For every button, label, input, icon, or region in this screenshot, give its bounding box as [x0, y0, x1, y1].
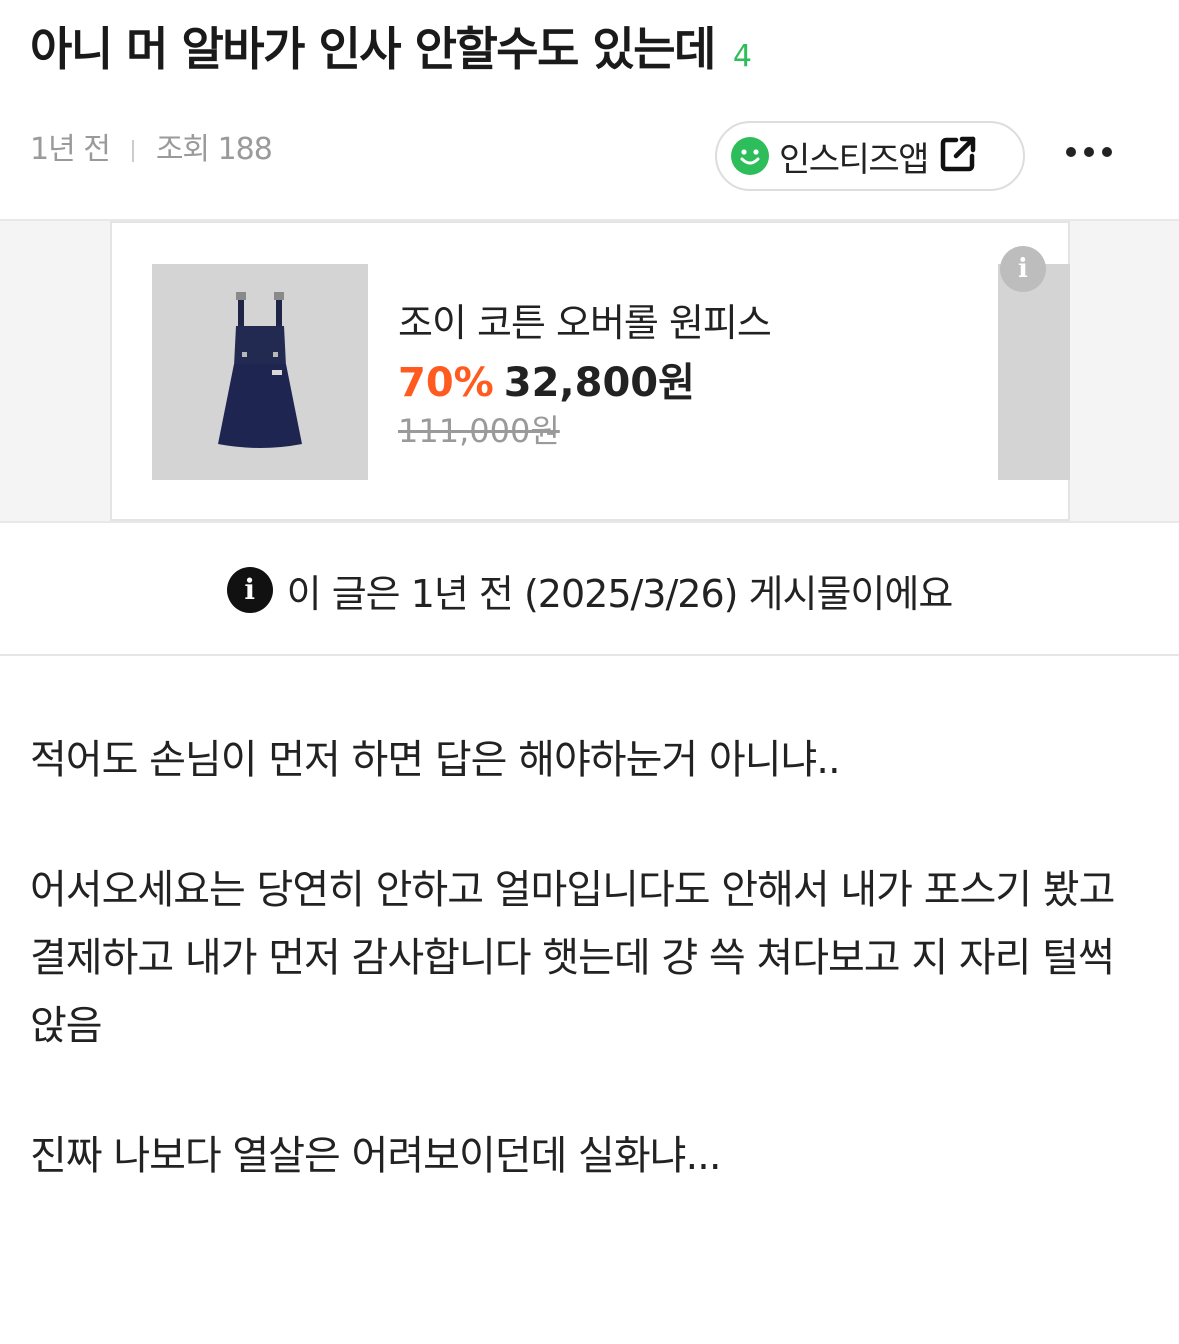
- post-age-notice: i 이 글은 1년 전 (2025/3/26) 게시물이에요: [0, 560, 1179, 620]
- post-header: 아니 머 알바가 인사 안할수도 있는데 4: [30, 18, 1149, 88]
- open-app-button[interactable]: 인스티즈앱: [715, 121, 1025, 191]
- body-paragraph: 어서오세요는 당연히 안하고 얼마입니다도 안해서 내가 포스기 봤고 결제하고…: [30, 867, 1115, 1049]
- ad-original-price: 111,000원: [398, 412, 560, 450]
- ad-price: 32,800원: [503, 360, 695, 406]
- divider: [0, 654, 1179, 656]
- ad-product-image[interactable]: [152, 264, 368, 480]
- info-icon[interactable]: i: [1000, 246, 1046, 292]
- post-time: 1년 전: [30, 132, 111, 167]
- post-title: 아니 머 알바가 인사 안할수도 있는데: [30, 22, 716, 76]
- post-views: 조회 188: [155, 132, 273, 167]
- smiley-icon: [731, 137, 769, 175]
- body-paragraph: 적어도 손님이 먼저 하면 답은 해야하눈거 아니냐..: [30, 737, 841, 783]
- ad-price-row: 70% 32,800원: [398, 350, 695, 408]
- ad-discount: 70%: [398, 360, 494, 406]
- more-dots-icon[interactable]: [1066, 140, 1112, 164]
- post-meta: 1년 전 조회 188: [30, 124, 273, 168]
- meta-divider: [131, 139, 134, 162]
- notice-text: 이 글은 1년 전 (2025/3/26) 게시물이에요: [286, 571, 954, 616]
- app-button-label: 인스티즈앱: [779, 139, 929, 180]
- external-link-icon: [938, 134, 978, 178]
- info-icon: i: [226, 567, 273, 613]
- comment-count[interactable]: 4: [733, 39, 752, 74]
- body-paragraph: 진짜 나보다 열살은 어려보이던데 실화냐...: [30, 1133, 722, 1179]
- ad-next-product-image[interactable]: [998, 264, 1070, 480]
- post-body: 적어도 손님이 먼저 하면 답은 해야하눈거 아니냐.. 어서오세요는 당연히 …: [30, 726, 1155, 1252]
- ad-product-name[interactable]: 조이 코튼 오버롤 원피스: [398, 292, 772, 347]
